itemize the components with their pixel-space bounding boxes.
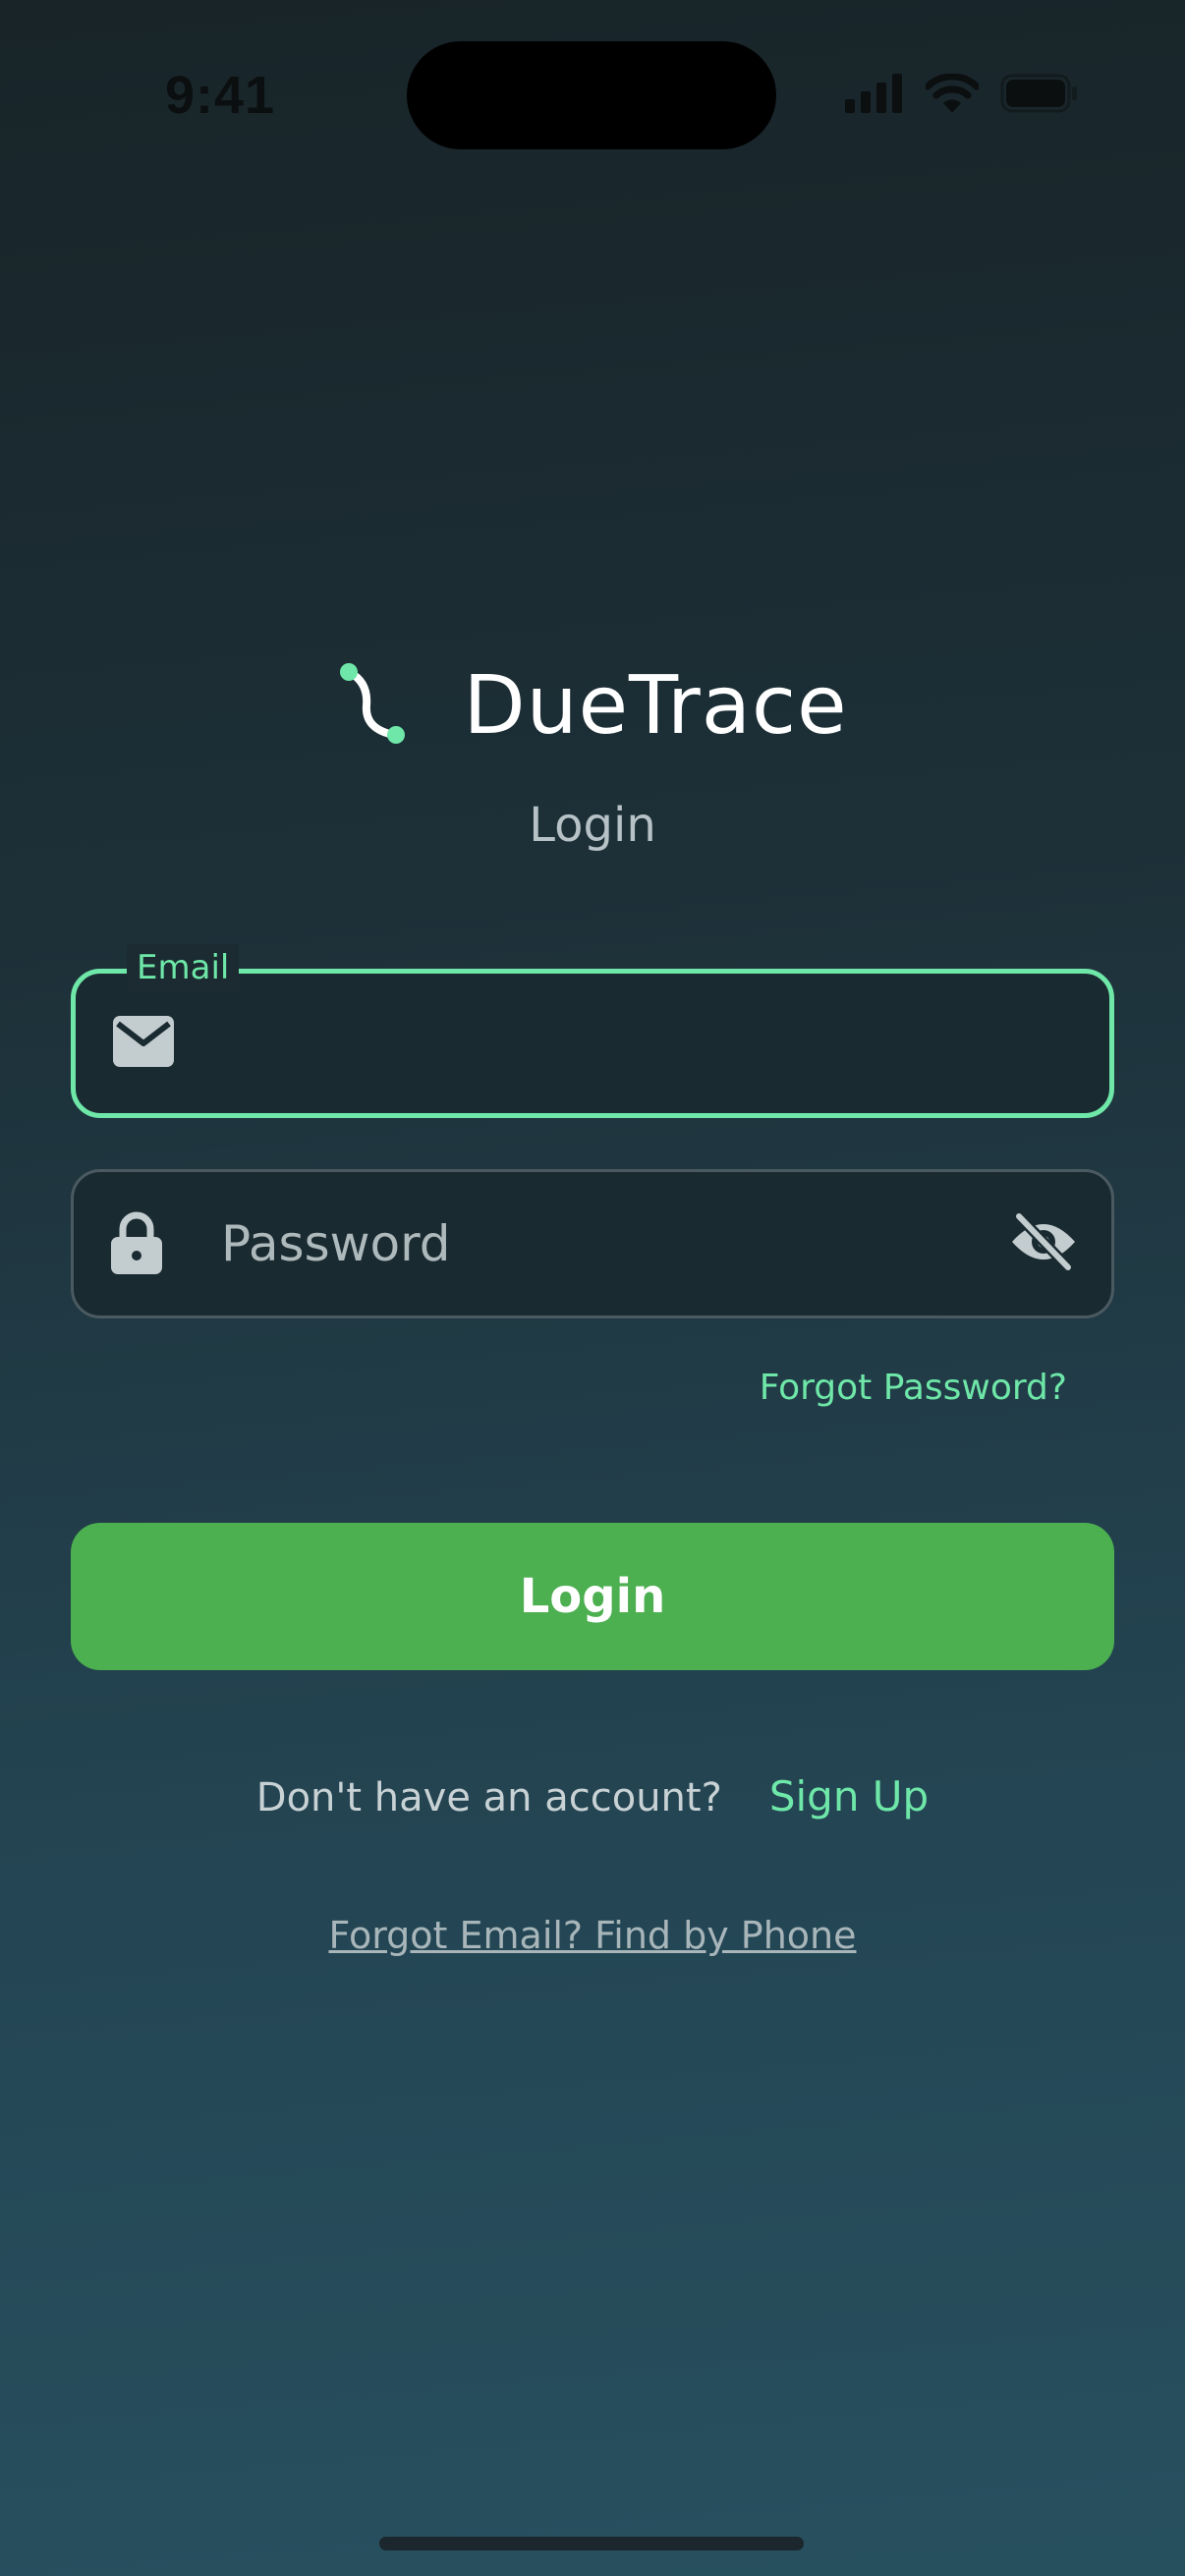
status-bar: 9:41 — [0, 0, 1185, 196]
brand-name: DueTrace — [463, 658, 848, 753]
dynamic-island — [407, 41, 776, 149]
signup-prompt: Don't have an account? — [255, 1775, 722, 1820]
lock-icon — [111, 1209, 162, 1278]
wifi-icon — [924, 73, 981, 117]
login-button[interactable]: Login — [71, 1523, 1114, 1670]
status-time: 9:41 — [165, 66, 276, 125]
password-input[interactable] — [221, 1172, 984, 1316]
signup-row: Don't have an account? Sign Up — [0, 1772, 1185, 1820]
forgot-password-link[interactable]: Forgot Password? — [760, 1368, 1067, 1408]
path-trace-icon — [337, 656, 416, 755]
find-email-by-phone-link[interactable]: Forgot Email? Find by Phone — [0, 1914, 1185, 1957]
cellular-signal-icon — [845, 74, 904, 117]
password-field[interactable] — [71, 1169, 1114, 1318]
brand-header: DueTrace — [0, 656, 1185, 755]
email-field[interactable]: Email — [71, 944, 1114, 1118]
eye-off-icon[interactable] — [1009, 1210, 1078, 1275]
envelope-icon — [113, 1016, 174, 1071]
email-input[interactable] — [223, 974, 982, 1113]
status-icons — [845, 73, 1079, 117]
home-indicator — [379, 2537, 804, 2550]
page-subtitle: Login — [529, 798, 656, 853]
signup-link[interactable]: Sign Up — [769, 1772, 929, 1820]
battery-icon — [1000, 74, 1079, 117]
